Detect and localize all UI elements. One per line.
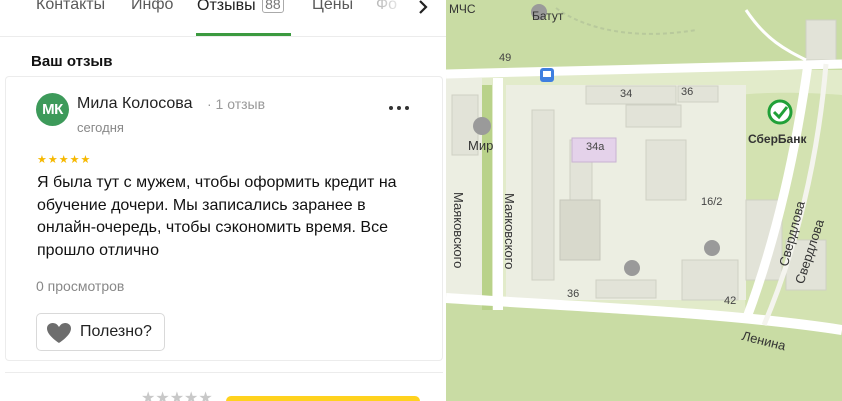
- tab-reviews[interactable]: Отзывы 88: [197, 0, 284, 15]
- map-label-mchs[interactable]: МЧС: [449, 2, 476, 16]
- house-number: 34: [620, 88, 633, 100]
- author-review-count: · 1 отзыв: [207, 96, 266, 112]
- more-dot: [397, 106, 401, 110]
- tab-contacts[interactable]: Контакты: [36, 0, 105, 14]
- section-title: Ваш отзыв: [31, 53, 113, 70]
- views-count: 0 просмотров: [36, 278, 125, 294]
- review-text: Я была тут с мужем, чтобы оформить креди…: [37, 174, 397, 259]
- review-rating-stars: ★★★★★: [37, 154, 92, 166]
- tab-reviews-label: Отзывы: [197, 0, 256, 14]
- house-number: 42: [724, 295, 737, 307]
- heart-icon: [47, 323, 71, 343]
- map-label-mir[interactable]: Мир: [468, 138, 493, 153]
- more-dot: [405, 106, 409, 110]
- map[interactable]: МЧС Батут Мир СберБанк 49 34 36 34а 16/2…: [446, 0, 842, 401]
- bottom-divider: [5, 372, 443, 373]
- tabs-next-button[interactable]: [408, 0, 438, 20]
- tab-info[interactable]: Инфо: [131, 0, 173, 14]
- write-review-button[interactable]: [226, 396, 420, 401]
- house-number: 34а: [586, 141, 605, 153]
- review-card: МК Мила Колосова · 1 отзыв сегодня ★★★★★…: [5, 76, 443, 361]
- house-number: 36: [681, 86, 694, 98]
- place-panel: Контакты Инфо Отзывы 88 Цены Фо Ваш отзы…: [0, 0, 446, 401]
- tab-bar: Контакты Инфо Отзывы 88 Цены Фо: [0, 0, 446, 36]
- street-label: Маяковского: [502, 193, 517, 270]
- house-number: 49: [499, 52, 512, 64]
- house-number: 36: [567, 288, 580, 300]
- rate-stars[interactable]: ★★★★★: [141, 388, 213, 401]
- map-label-batut[interactable]: Батут: [532, 9, 563, 23]
- review-date: сегодня: [77, 120, 124, 135]
- map-label-sberbank[interactable]: СберБанк: [748, 132, 806, 146]
- useful-label: Полезно?: [80, 323, 152, 340]
- chevron-right-icon: [419, 0, 428, 14]
- avatar[interactable]: МК: [36, 93, 69, 126]
- author-name[interactable]: Мила Колосова: [77, 95, 193, 113]
- more-options-button[interactable]: [386, 95, 416, 119]
- house-number: 16/2: [701, 196, 723, 208]
- tabs-divider: [0, 36, 446, 37]
- useful-button[interactable]: Полезно?: [36, 313, 165, 351]
- tab-fade: [370, 0, 410, 22]
- street-label: Маяковского: [451, 192, 466, 269]
- more-horizontal-icon: [389, 106, 393, 110]
- tab-prices[interactable]: Цены: [312, 0, 353, 14]
- reviews-count-badge: 88: [262, 0, 284, 13]
